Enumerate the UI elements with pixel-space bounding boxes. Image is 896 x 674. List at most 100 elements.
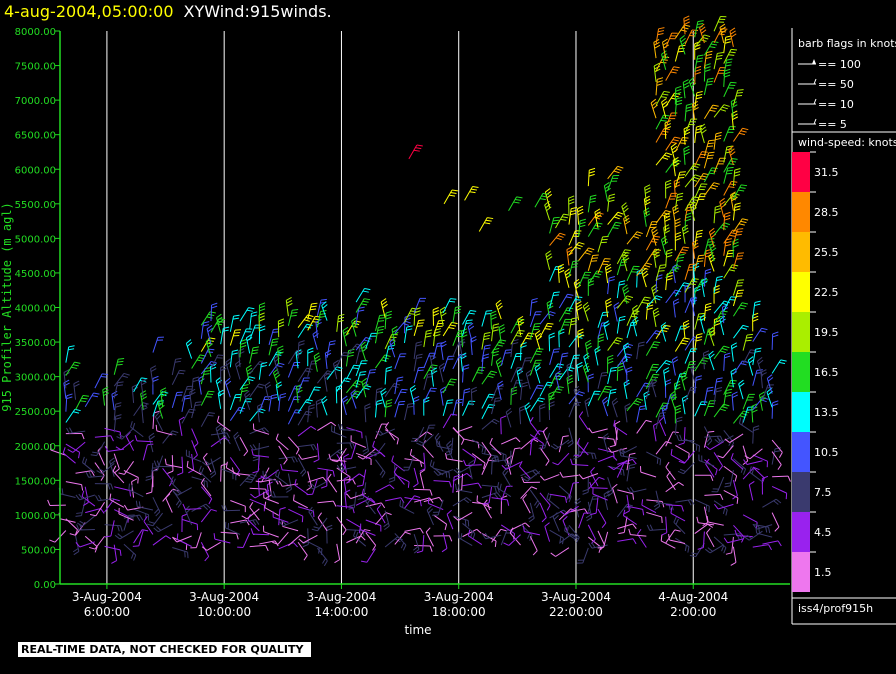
barb-staff: [249, 507, 260, 521]
barb-flag: [577, 328, 584, 332]
barb-flag: [678, 47, 685, 50]
barb-flag: [301, 471, 307, 477]
barb-flag: [682, 376, 688, 382]
wind-barb: [287, 385, 301, 401]
barb-flag: [666, 254, 673, 258]
barb-flag: [205, 503, 211, 509]
barb-flag: [739, 186, 746, 189]
wind-barb: [47, 499, 66, 506]
wind-barb: [719, 315, 726, 336]
wind-barb: [522, 494, 531, 514]
barb-flag: [295, 409, 302, 411]
barb-flag: [466, 319, 473, 322]
barb-staff: [731, 536, 734, 553]
barb-flag: [216, 415, 220, 422]
speed-swatch: [792, 192, 810, 232]
wind-barb: [675, 537, 690, 553]
barb-staff: [602, 400, 609, 417]
wind-barb: [483, 499, 492, 519]
barb-flag: [233, 314, 240, 317]
barb-flag: [632, 459, 637, 465]
wind-barb: [617, 489, 635, 500]
barb-flag: [377, 320, 385, 322]
barb-flag: [448, 472, 451, 479]
wind-barb: [280, 463, 299, 472]
barb-flag: [116, 363, 123, 366]
barb-flag: [496, 344, 503, 347]
y-tick-label: 3500.00: [15, 338, 56, 349]
barb-flag: [279, 507, 286, 510]
barb-staff: [62, 452, 76, 464]
wind-barb: [682, 79, 690, 99]
wind-barb: [495, 357, 504, 377]
barb-staff: [665, 193, 672, 209]
barb-flag: [409, 384, 416, 390]
wind-barb: [617, 523, 637, 530]
wind-barb: [672, 263, 679, 284]
barb-flag: [734, 529, 738, 536]
wind-barb: [534, 363, 541, 384]
barb-flag: [576, 303, 583, 308]
barb-flag: [487, 375, 494, 379]
barb-flag: [637, 528, 642, 535]
wind-barb: [249, 346, 259, 364]
barb-flag: [449, 381, 456, 383]
barb-staff: [97, 450, 106, 466]
barb-flag: [72, 548, 79, 553]
barb-flag: [115, 414, 122, 417]
barb-staff: [529, 422, 541, 436]
barb-flag: [657, 77, 664, 80]
barb-flag: [73, 551, 80, 556]
barb-staff: [94, 535, 105, 550]
barb-flag: [546, 325, 553, 328]
wind-barb: [607, 221, 622, 237]
barb-flag: [225, 380, 232, 386]
wind-barb: [519, 405, 526, 425]
barb-staff: [82, 515, 96, 527]
barb-flag: [767, 377, 774, 382]
barb-staff: [607, 477, 614, 493]
barb-staff: [331, 430, 347, 438]
barb-flag: [291, 456, 295, 463]
barb-flag: [100, 508, 105, 514]
wind-barb: [665, 136, 681, 151]
wind-barb: [481, 331, 491, 350]
barb-flag: [150, 365, 157, 369]
wind-barb: [275, 433, 289, 451]
barb-flag: [503, 470, 509, 476]
wind-barb: [94, 483, 114, 490]
barb-staff: [665, 32, 673, 49]
barb-flag: [654, 44, 661, 49]
barb-staff: [433, 514, 447, 525]
barb-flag: [482, 356, 489, 360]
barb-flag: [683, 82, 690, 86]
barb-staff: [465, 464, 482, 466]
barb-flag: [726, 169, 733, 172]
barb-staff: [772, 475, 789, 478]
barb-staff: [385, 497, 401, 502]
barb-flag: [329, 343, 336, 346]
barb-flag: [211, 305, 218, 309]
barb-staff: [413, 320, 420, 337]
barb-staff: [732, 204, 736, 221]
wind-barb: [200, 367, 212, 385]
barb-staff: [607, 195, 610, 212]
barb-flag: [497, 380, 503, 385]
barb-staff: [481, 459, 489, 475]
barb-staff: [703, 304, 707, 321]
barb-flag: [709, 46, 716, 49]
wind-barb: [723, 465, 738, 482]
barb-flag: [728, 269, 736, 272]
barb-flag: [467, 322, 474, 328]
wind-barb: [611, 397, 619, 418]
barb-flag: [210, 473, 217, 479]
barb-flag: [278, 362, 285, 366]
wind-barb: [327, 473, 338, 493]
wind-barb: [423, 329, 433, 348]
wind-barb: [297, 425, 317, 437]
barb-staff: [520, 332, 529, 348]
barb-flag: [710, 244, 716, 249]
barb-flag: [62, 447, 66, 454]
barb-flag: [721, 406, 728, 409]
wind-barb: [616, 280, 626, 299]
